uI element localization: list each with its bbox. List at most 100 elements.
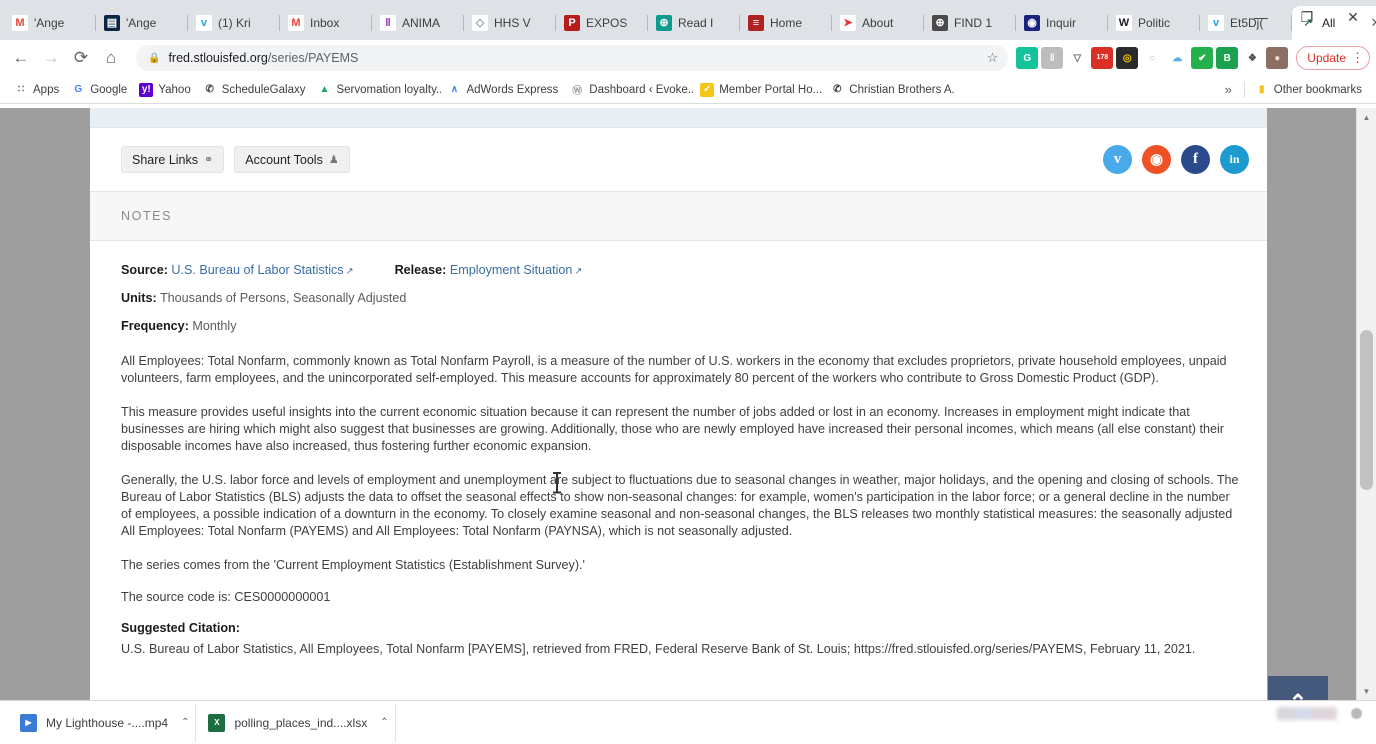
pressreader-icon: P xyxy=(564,15,580,31)
bookmark-label: AdWords Express xyxy=(466,83,559,96)
twitter-share-icon[interactable]: ᴠ xyxy=(1103,145,1132,174)
browser-tab-11[interactable]: ◉ Inquir xyxy=(1016,6,1108,40)
browser-tab-10[interactable]: ⊕ FIND 1 xyxy=(924,6,1016,40)
notes-paragraph-4: The series comes from the 'Current Emplo… xyxy=(121,558,585,572)
browser-tab-2[interactable]: ᴠ (1) Kri xyxy=(188,6,280,40)
scrollbar-up-arrow[interactable]: ▲ xyxy=(1357,108,1376,126)
clock-extension[interactable]: ◎ xyxy=(1116,47,1139,69)
linkedin-share-icon[interactable]: in xyxy=(1220,145,1249,174)
google-icon: G xyxy=(71,82,86,97)
bookmark-label: Apps xyxy=(33,83,60,96)
record-icon: ◉ xyxy=(1024,15,1040,31)
gmail-checker-extension[interactable]: 178 xyxy=(1091,47,1114,69)
reddit-share-icon[interactable]: ◉ xyxy=(1142,145,1171,174)
download-menu-chevron-icon[interactable]: ⌃ xyxy=(376,717,388,728)
window-controls: — ❐ ✕ xyxy=(1238,0,1376,34)
rocket-icon: ➤ xyxy=(840,15,856,31)
phone-icon: ✆ xyxy=(202,82,217,97)
video-file-icon: ▶ xyxy=(20,713,37,732)
units-value: Thousands of Persons, Seasonally Adjuste… xyxy=(159,291,407,305)
browser-tab-0[interactable]: M 'Ange xyxy=(4,6,96,40)
chevron-up-icon: ⌃ xyxy=(1289,691,1307,700)
back-to-top-button[interactable]: ⌃ xyxy=(1268,676,1328,700)
forward-button[interactable]: → xyxy=(36,43,66,73)
bookmark-label: Yahoo xyxy=(158,83,191,96)
browser-tab-5[interactable]: ◇ HHS V xyxy=(464,6,556,40)
shield-extension[interactable]: ▽ xyxy=(1066,47,1089,69)
circle-gray-extension[interactable]: ○ xyxy=(1141,47,1164,69)
facebook-share-icon[interactable]: f xyxy=(1181,145,1210,174)
wordpress-icon: Ⓦ xyxy=(570,82,585,97)
notes-section-header: NOTES xyxy=(90,192,1267,241)
address-bar[interactable]: 🔒 fred.stlouisfed.org/series/PAYEMS ☆ xyxy=(136,45,1009,71)
globe-dark-icon: ⊕ xyxy=(932,15,948,31)
share-links-label: Share Links xyxy=(132,152,199,167)
scrollbar-thumb[interactable] xyxy=(1360,330,1373,490)
gmail-icon: M xyxy=(288,15,304,31)
update-label: Update xyxy=(1307,51,1346,65)
bookmarks-overflow-icon[interactable]: » xyxy=(1217,82,1240,97)
bitly-extension[interactable]: B xyxy=(1216,47,1239,69)
browser-tab-6[interactable]: P EXPOS xyxy=(556,6,648,40)
share-links-button[interactable]: Share Links ⚭ xyxy=(121,146,225,173)
profile-avatar[interactable]: ● xyxy=(1266,47,1289,69)
bookmark-item-0[interactable]: ∷ Apps xyxy=(8,81,65,99)
bookmark-item-5[interactable]: ∧ AdWords Express xyxy=(441,81,564,99)
maximize-button[interactable]: ❐ xyxy=(1284,0,1330,34)
update-button[interactable]: Update ⋮ xyxy=(1296,46,1370,70)
apps-grid-icon: ∷ xyxy=(14,82,28,97)
bookmark-item-6[interactable]: Ⓦ Dashboard ‹ Evoke... xyxy=(564,81,694,99)
checkmark-extension[interactable]: ✔ xyxy=(1191,47,1214,69)
browser-toolbar: ← → ⟳ ⌂ 🔒 fred.stlouisfed.org/series/PAY… xyxy=(0,40,1376,76)
notes-paragraph-5: The source code is: CES0000000001 xyxy=(121,590,331,604)
browser-tab-1[interactable]: ▤ 'Ange xyxy=(96,6,188,40)
browser-tab-12[interactable]: W Politic xyxy=(1108,6,1200,40)
grammarly-extension[interactable]: G xyxy=(1016,47,1039,69)
fred-series-page: Share Links ⚭ Account Tools ♟ ᴠ ◉ f in NOTE… xyxy=(90,108,1267,700)
twitter-icon: ᴠ xyxy=(196,15,212,31)
back-button[interactable]: ← xyxy=(6,43,36,73)
bookmark-item-1[interactable]: G Google xyxy=(65,81,133,99)
cloud-extension[interactable]: ☁ xyxy=(1166,47,1189,69)
page-scrollbar[interactable]: ▲ ▼ xyxy=(1356,108,1376,700)
download-filename: My Lighthouse -....mp4 xyxy=(46,715,169,730)
scrollbar-down-arrow[interactable]: ▼ xyxy=(1357,682,1376,700)
release-link[interactable]: Employment Situation xyxy=(450,263,573,277)
folder-icon: ▮ xyxy=(1254,82,1269,97)
bookmark-item-4[interactable]: ▲ Servomation loyalty... xyxy=(311,81,441,99)
browser-tab-3[interactable]: M Inbox xyxy=(280,6,372,40)
bookmark-label: Google xyxy=(90,83,128,96)
check-badge-icon: ✓ xyxy=(700,82,715,97)
reload-button[interactable]: ⟳ xyxy=(66,43,96,73)
account-tools-button[interactable]: Account Tools ♟ xyxy=(234,146,350,173)
page-right-gutter xyxy=(1267,108,1356,700)
download-item-1[interactable]: Xpolling_places_ind....xlsx ⌃ xyxy=(196,703,396,742)
home-button[interactable]: ⌂ xyxy=(96,43,126,73)
gray-extension[interactable]: ‖ xyxy=(1041,47,1064,69)
browser-window: M 'Ange ▤ 'Ange ᴠ (1) Kri M Inbox ‖ ANIMA ◇ HHS VPE… xyxy=(0,0,1376,744)
bar-chart-icon: ‖ xyxy=(380,15,396,31)
bookmark-item-8[interactable]: ✆ Christian Brothers A... xyxy=(824,81,954,99)
bookmarks-bar: ∷ Apps G Google y! Yahoo ✆ ScheduleGalaxy ▲ Servo… xyxy=(0,76,1376,104)
bookmark-star-icon[interactable]: ☆ xyxy=(987,50,999,66)
page-tools-row: Share Links ⚭ Account Tools ♟ ᴠ ◉ f in xyxy=(90,128,1267,192)
other-bookmarks-folder[interactable]: ▮ Other bookmarks xyxy=(1249,81,1368,99)
browser-tab-4[interactable]: ‖ ANIMA xyxy=(372,6,464,40)
download-item-0[interactable]: ▶ My Lighthouse -....mp4 ⌃ xyxy=(8,703,197,742)
url-domain: fred.stlouisfed.org xyxy=(168,51,268,65)
puzzle-extension[interactable]: ❖ xyxy=(1241,47,1264,69)
bookmark-item-3[interactable]: ✆ ScheduleGalaxy xyxy=(197,81,312,99)
citation-text: U.S. Bureau of Labor Statistics, All Emp… xyxy=(121,642,1196,656)
bookmark-item-2[interactable]: y! Yahoo xyxy=(133,81,196,99)
close-window-button[interactable]: ✕ xyxy=(1330,0,1376,34)
bookmark-item-7[interactable]: ✓ Member Portal Ho... xyxy=(694,81,824,99)
browser-tab-9[interactable]: ➤ About xyxy=(832,6,924,40)
download-menu-chevron-icon[interactable]: ⌃ xyxy=(177,717,189,728)
source-group: Source: U.S. Bureau of Labor Statistics ↗ xyxy=(121,263,354,277)
browser-tab-8[interactable]: ≡ Home xyxy=(740,6,832,40)
chrome-menu-icon[interactable]: ⋮ xyxy=(1351,50,1364,66)
minimize-button[interactable]: — xyxy=(1238,0,1284,34)
source-link[interactable]: U.S. Bureau of Labor Statistics xyxy=(171,263,343,277)
browser-tab-7[interactable]: ⊕ Read I xyxy=(648,6,740,40)
frequency-value: Monthly xyxy=(192,319,237,333)
